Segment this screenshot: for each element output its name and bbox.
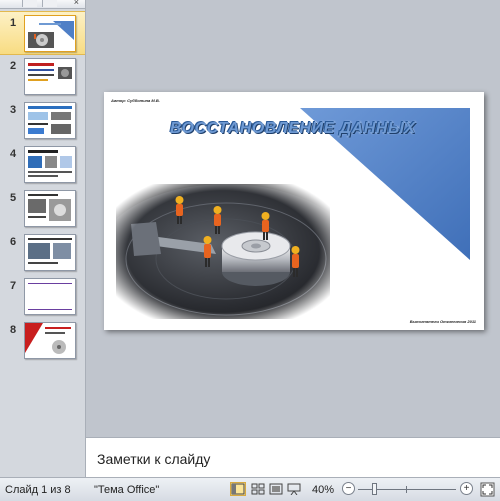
hard-drive-image [116,184,330,319]
slideshow-button[interactable] [286,482,302,496]
slide-thumbnail[interactable] [24,190,76,227]
slide-thumbnail[interactable] [24,102,76,139]
slide-thumbnail-row[interactable]: 2 [0,55,85,97]
zoom-slider-thumb[interactable] [372,483,378,495]
slide-thumbnail[interactable] [24,322,76,359]
slide-thumbnail-row[interactable]: 1 [0,11,85,55]
slide-author-text: Автор: Субботина М.В. [111,98,160,103]
fit-to-window-icon [480,482,495,497]
reading-view-button[interactable] [268,482,284,496]
slide-sorter-view-button[interactable] [250,482,266,496]
pane-tabs: × [0,0,85,9]
slide-number: 6 [10,236,17,248]
slides-tab[interactable] [22,0,37,7]
slide-footer-text: Выполнятели Отключения 2011 [409,319,476,324]
slide-thumbnail-row[interactable]: 8 [0,319,85,361]
slide-thumbnail-row[interactable]: 3 [0,99,85,141]
slide-counter: Слайд 1 из 8 [5,484,71,496]
slideshow-icon [287,483,301,496]
zoom-level[interactable]: 40% [312,484,334,496]
slide-number: 3 [10,104,17,116]
zoom-slider-center-mark [406,486,407,493]
zoom-in-button[interactable]: + [460,482,473,495]
slide-number: 5 [10,192,17,204]
slide-thumbnail[interactable] [24,234,76,271]
slide-thumbnail-row[interactable]: 7 [0,275,85,317]
fit-to-window-button[interactable] [480,482,495,497]
slide-title[interactable]: ВОССТАНОВЛЕНИЕ ДАННЫХ [170,120,416,138]
slide-thumbnail[interactable] [24,15,76,52]
slide-number: 4 [10,148,17,160]
slide-sorter-icon [251,483,265,495]
zoom-out-button[interactable]: − [342,482,355,495]
status-bar: Слайд 1 из 8 "Тема Office" 40% − + [0,477,500,501]
close-pane-icon[interactable]: × [74,0,79,7]
notes-placeholder[interactable]: Заметки к слайду [97,451,210,467]
slide-canvas[interactable]: Автор: Субботина М.В. ВОССТАНОВЛЕНИЕ ДАН… [104,92,484,330]
notes-pane[interactable]: Заметки к слайду [86,437,500,478]
slide-thumbnail-row[interactable]: 5 [0,187,85,229]
slide-thumbnail[interactable] [24,278,76,315]
slide-thumbnail-row[interactable]: 6 [0,231,85,273]
slide-number: 2 [10,60,17,72]
theme-name[interactable]: "Тема Office" [94,484,159,496]
normal-view-icon [231,483,245,495]
slide-number: 8 [10,324,17,336]
slide-number: 7 [10,280,17,292]
slide-thumbnail[interactable] [24,146,76,183]
slide-number: 1 [10,17,17,29]
slides-pane: × 1 2 3 4 5 6 7 8 [0,0,86,477]
normal-view-button[interactable] [230,482,246,496]
slide-thumbnail[interactable] [24,58,76,95]
slide-thumbnail-row[interactable]: 4 [0,143,85,185]
outline-tab[interactable] [42,0,57,7]
reading-view-icon [269,483,283,495]
